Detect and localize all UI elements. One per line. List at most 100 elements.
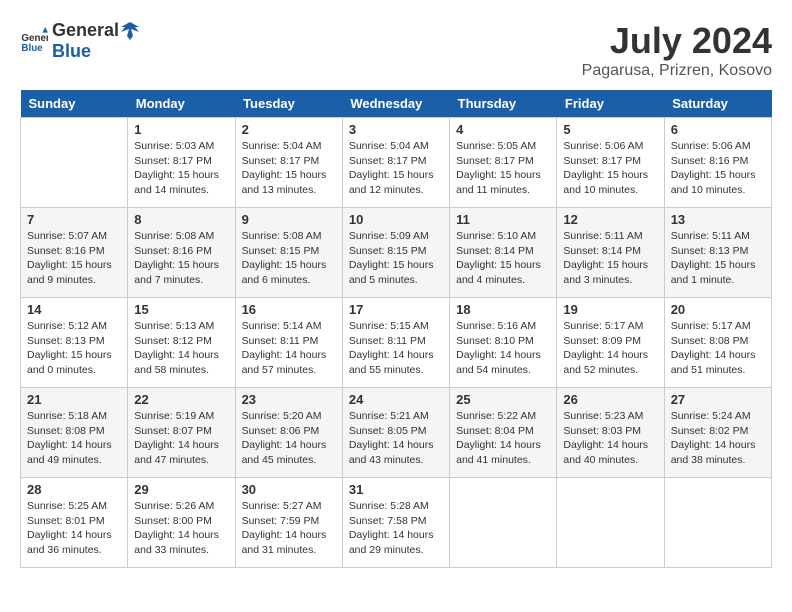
weekday-header-tuesday: Tuesday: [235, 90, 342, 118]
logo-bird-icon: [121, 22, 139, 40]
day-number: 7: [27, 212, 121, 227]
calendar-cell: 5Sunrise: 5:06 AM Sunset: 8:17 PM Daylig…: [557, 118, 664, 208]
day-info: Sunrise: 5:09 AM Sunset: 8:15 PM Dayligh…: [349, 229, 443, 288]
calendar-cell: 14Sunrise: 5:12 AM Sunset: 8:13 PM Dayli…: [21, 298, 128, 388]
calendar-week-2: 7 Sunrise: 5:07 AM Sunset: 8:16 PM Daylig…: [21, 208, 772, 298]
calendar-week-5: 28 Sunrise: 5:25 AM Sunset: 8:01 PM Dayli…: [21, 478, 772, 568]
day-info: Sunrise: 5:16 AM Sunset: 8:10 PM Dayligh…: [456, 319, 550, 378]
day-number: 8: [134, 212, 228, 227]
day-info: Sunrise: 5:10 AM Sunset: 8:14 PM Dayligh…: [456, 229, 550, 288]
calendar-week-4: 21 Sunrise: 5:18 AM Sunset: 8:08 PM Dayli…: [21, 388, 772, 478]
day-number: 10: [349, 212, 443, 227]
title-block: July 2024 Pagarusa, Prizren, Kosovo: [582, 20, 772, 80]
calendar-cell: 17 Sunrise: 5:15 AM Sunset: 8:11 PM Dayli…: [342, 298, 449, 388]
day-info: Sunrise: 5:14 AM Sunset: 8:11 PM Dayligh…: [242, 319, 336, 378]
weekday-header-sunday: Sunday: [21, 90, 128, 118]
logo-general-text: General: [52, 20, 119, 41]
day-number: 28: [27, 482, 121, 497]
svg-text:Blue: Blue: [21, 43, 43, 54]
calendar-cell: 28 Sunrise: 5:25 AM Sunset: 8:01 PM Dayli…: [21, 478, 128, 568]
day-info: Sunrise: 5:25 AM Sunset: 8:01 PM Dayligh…: [27, 499, 121, 558]
calendar-cell: 22 Sunrise: 5:19 AM Sunset: 8:07 PM Dayli…: [128, 388, 235, 478]
calendar-cell: 9Sunrise: 5:08 AM Sunset: 8:15 PM Daylig…: [235, 208, 342, 298]
day-number: 30: [242, 482, 336, 497]
day-info: Sunrise: 5:03 AM Sunset: 8:17 PM Dayligh…: [134, 139, 228, 198]
calendar-cell: 19Sunrise: 5:17 AM Sunset: 8:09 PM Dayli…: [557, 298, 664, 388]
calendar-cell: 15Sunrise: 5:13 AM Sunset: 8:12 PM Dayli…: [128, 298, 235, 388]
calendar-cell: [450, 478, 557, 568]
calendar-cell: 29Sunrise: 5:26 AM Sunset: 8:00 PM Dayli…: [128, 478, 235, 568]
day-info: Sunrise: 5:18 AM Sunset: 8:08 PM Dayligh…: [27, 409, 121, 468]
day-info: Sunrise: 5:04 AM Sunset: 8:17 PM Dayligh…: [349, 139, 443, 198]
day-info: Sunrise: 5:20 AM Sunset: 8:06 PM Dayligh…: [242, 409, 336, 468]
location-title: Pagarusa, Prizren, Kosovo: [582, 62, 772, 80]
calendar-week-3: 14Sunrise: 5:12 AM Sunset: 8:13 PM Dayli…: [21, 298, 772, 388]
calendar-cell: 25 Sunrise: 5:22 AM Sunset: 8:04 PM Dayli…: [450, 388, 557, 478]
day-number: 21: [27, 392, 121, 407]
weekday-header-monday: Monday: [128, 90, 235, 118]
day-info: Sunrise: 5:11 AM Sunset: 8:14 PM Dayligh…: [563, 229, 657, 288]
day-info: Sunrise: 5:21 AM Sunset: 8:05 PM Dayligh…: [349, 409, 443, 468]
day-info: Sunrise: 5:06 AM Sunset: 8:16 PM Dayligh…: [671, 139, 765, 198]
calendar-cell: 1 Sunrise: 5:03 AM Sunset: 8:17 PM Daylig…: [128, 118, 235, 208]
day-info: Sunrise: 5:04 AM Sunset: 8:17 PM Dayligh…: [242, 139, 336, 198]
calendar-cell: 18 Sunrise: 5:16 AM Sunset: 8:10 PM Dayli…: [450, 298, 557, 388]
calendar-cell: 21 Sunrise: 5:18 AM Sunset: 8:08 PM Dayli…: [21, 388, 128, 478]
calendar-cell: [557, 478, 664, 568]
logo: General Blue General Blue: [20, 20, 139, 62]
day-info: Sunrise: 5:07 AM Sunset: 8:16 PM Dayligh…: [27, 229, 121, 288]
day-info: Sunrise: 5:17 AM Sunset: 8:08 PM Dayligh…: [671, 319, 765, 378]
day-number: 17: [349, 302, 443, 317]
day-number: 12: [563, 212, 657, 227]
day-number: 6: [671, 122, 765, 137]
calendar-cell: 10 Sunrise: 5:09 AM Sunset: 8:15 PM Dayli…: [342, 208, 449, 298]
day-number: 22: [134, 392, 228, 407]
day-number: 25: [456, 392, 550, 407]
weekday-header-friday: Friday: [557, 90, 664, 118]
calendar-cell: 16Sunrise: 5:14 AM Sunset: 8:11 PM Dayli…: [235, 298, 342, 388]
logo-blue-text: Blue: [52, 41, 91, 61]
calendar-cell: 27Sunrise: 5:24 AM Sunset: 8:02 PM Dayli…: [664, 388, 771, 478]
month-title: July 2024: [582, 20, 772, 62]
day-number: 11: [456, 212, 550, 227]
day-info: Sunrise: 5:11 AM Sunset: 8:13 PM Dayligh…: [671, 229, 765, 288]
day-info: Sunrise: 5:23 AM Sunset: 8:03 PM Dayligh…: [563, 409, 657, 468]
day-info: Sunrise: 5:15 AM Sunset: 8:11 PM Dayligh…: [349, 319, 443, 378]
day-number: 19: [563, 302, 657, 317]
calendar-cell: 13 Sunrise: 5:11 AM Sunset: 8:13 PM Dayli…: [664, 208, 771, 298]
day-number: 23: [242, 392, 336, 407]
weekday-header-wednesday: Wednesday: [342, 90, 449, 118]
calendar-table: SundayMondayTuesdayWednesdayThursdayFrid…: [20, 90, 772, 568]
calendar-cell: 4Sunrise: 5:05 AM Sunset: 8:17 PM Daylig…: [450, 118, 557, 208]
calendar-cell: 12 Sunrise: 5:11 AM Sunset: 8:14 PM Dayli…: [557, 208, 664, 298]
day-info: Sunrise: 5:22 AM Sunset: 8:04 PM Dayligh…: [456, 409, 550, 468]
calendar-cell: 3Sunrise: 5:04 AM Sunset: 8:17 PM Daylig…: [342, 118, 449, 208]
day-info: Sunrise: 5:28 AM Sunset: 7:58 PM Dayligh…: [349, 499, 443, 558]
day-number: 1: [134, 122, 228, 137]
day-number: 18: [456, 302, 550, 317]
calendar-cell: 24Sunrise: 5:21 AM Sunset: 8:05 PM Dayli…: [342, 388, 449, 478]
weekday-header-saturday: Saturday: [664, 90, 771, 118]
day-info: Sunrise: 5:05 AM Sunset: 8:17 PM Dayligh…: [456, 139, 550, 198]
calendar-cell: 26Sunrise: 5:23 AM Sunset: 8:03 PM Dayli…: [557, 388, 664, 478]
calendar-header-row: SundayMondayTuesdayWednesdayThursdayFrid…: [21, 90, 772, 118]
day-info: Sunrise: 5:08 AM Sunset: 8:16 PM Dayligh…: [134, 229, 228, 288]
day-info: Sunrise: 5:12 AM Sunset: 8:13 PM Dayligh…: [27, 319, 121, 378]
calendar-cell: [664, 478, 771, 568]
calendar-cell: 20 Sunrise: 5:17 AM Sunset: 8:08 PM Dayli…: [664, 298, 771, 388]
day-number: 9: [242, 212, 336, 227]
calendar-week-1: 1 Sunrise: 5:03 AM Sunset: 8:17 PM Daylig…: [21, 118, 772, 208]
day-number: 27: [671, 392, 765, 407]
day-number: 29: [134, 482, 228, 497]
day-info: Sunrise: 5:13 AM Sunset: 8:12 PM Dayligh…: [134, 319, 228, 378]
calendar-cell: 11 Sunrise: 5:10 AM Sunset: 8:14 PM Dayli…: [450, 208, 557, 298]
day-number: 31: [349, 482, 443, 497]
calendar-cell: 2Sunrise: 5:04 AM Sunset: 8:17 PM Daylig…: [235, 118, 342, 208]
day-number: 13: [671, 212, 765, 227]
day-info: Sunrise: 5:19 AM Sunset: 8:07 PM Dayligh…: [134, 409, 228, 468]
day-info: Sunrise: 5:27 AM Sunset: 7:59 PM Dayligh…: [242, 499, 336, 558]
day-number: 20: [671, 302, 765, 317]
calendar-cell: 31 Sunrise: 5:28 AM Sunset: 7:58 PM Dayli…: [342, 478, 449, 568]
logo-icon: General Blue: [20, 27, 48, 55]
calendar-cell: 30 Sunrise: 5:27 AM Sunset: 7:59 PM Dayli…: [235, 478, 342, 568]
